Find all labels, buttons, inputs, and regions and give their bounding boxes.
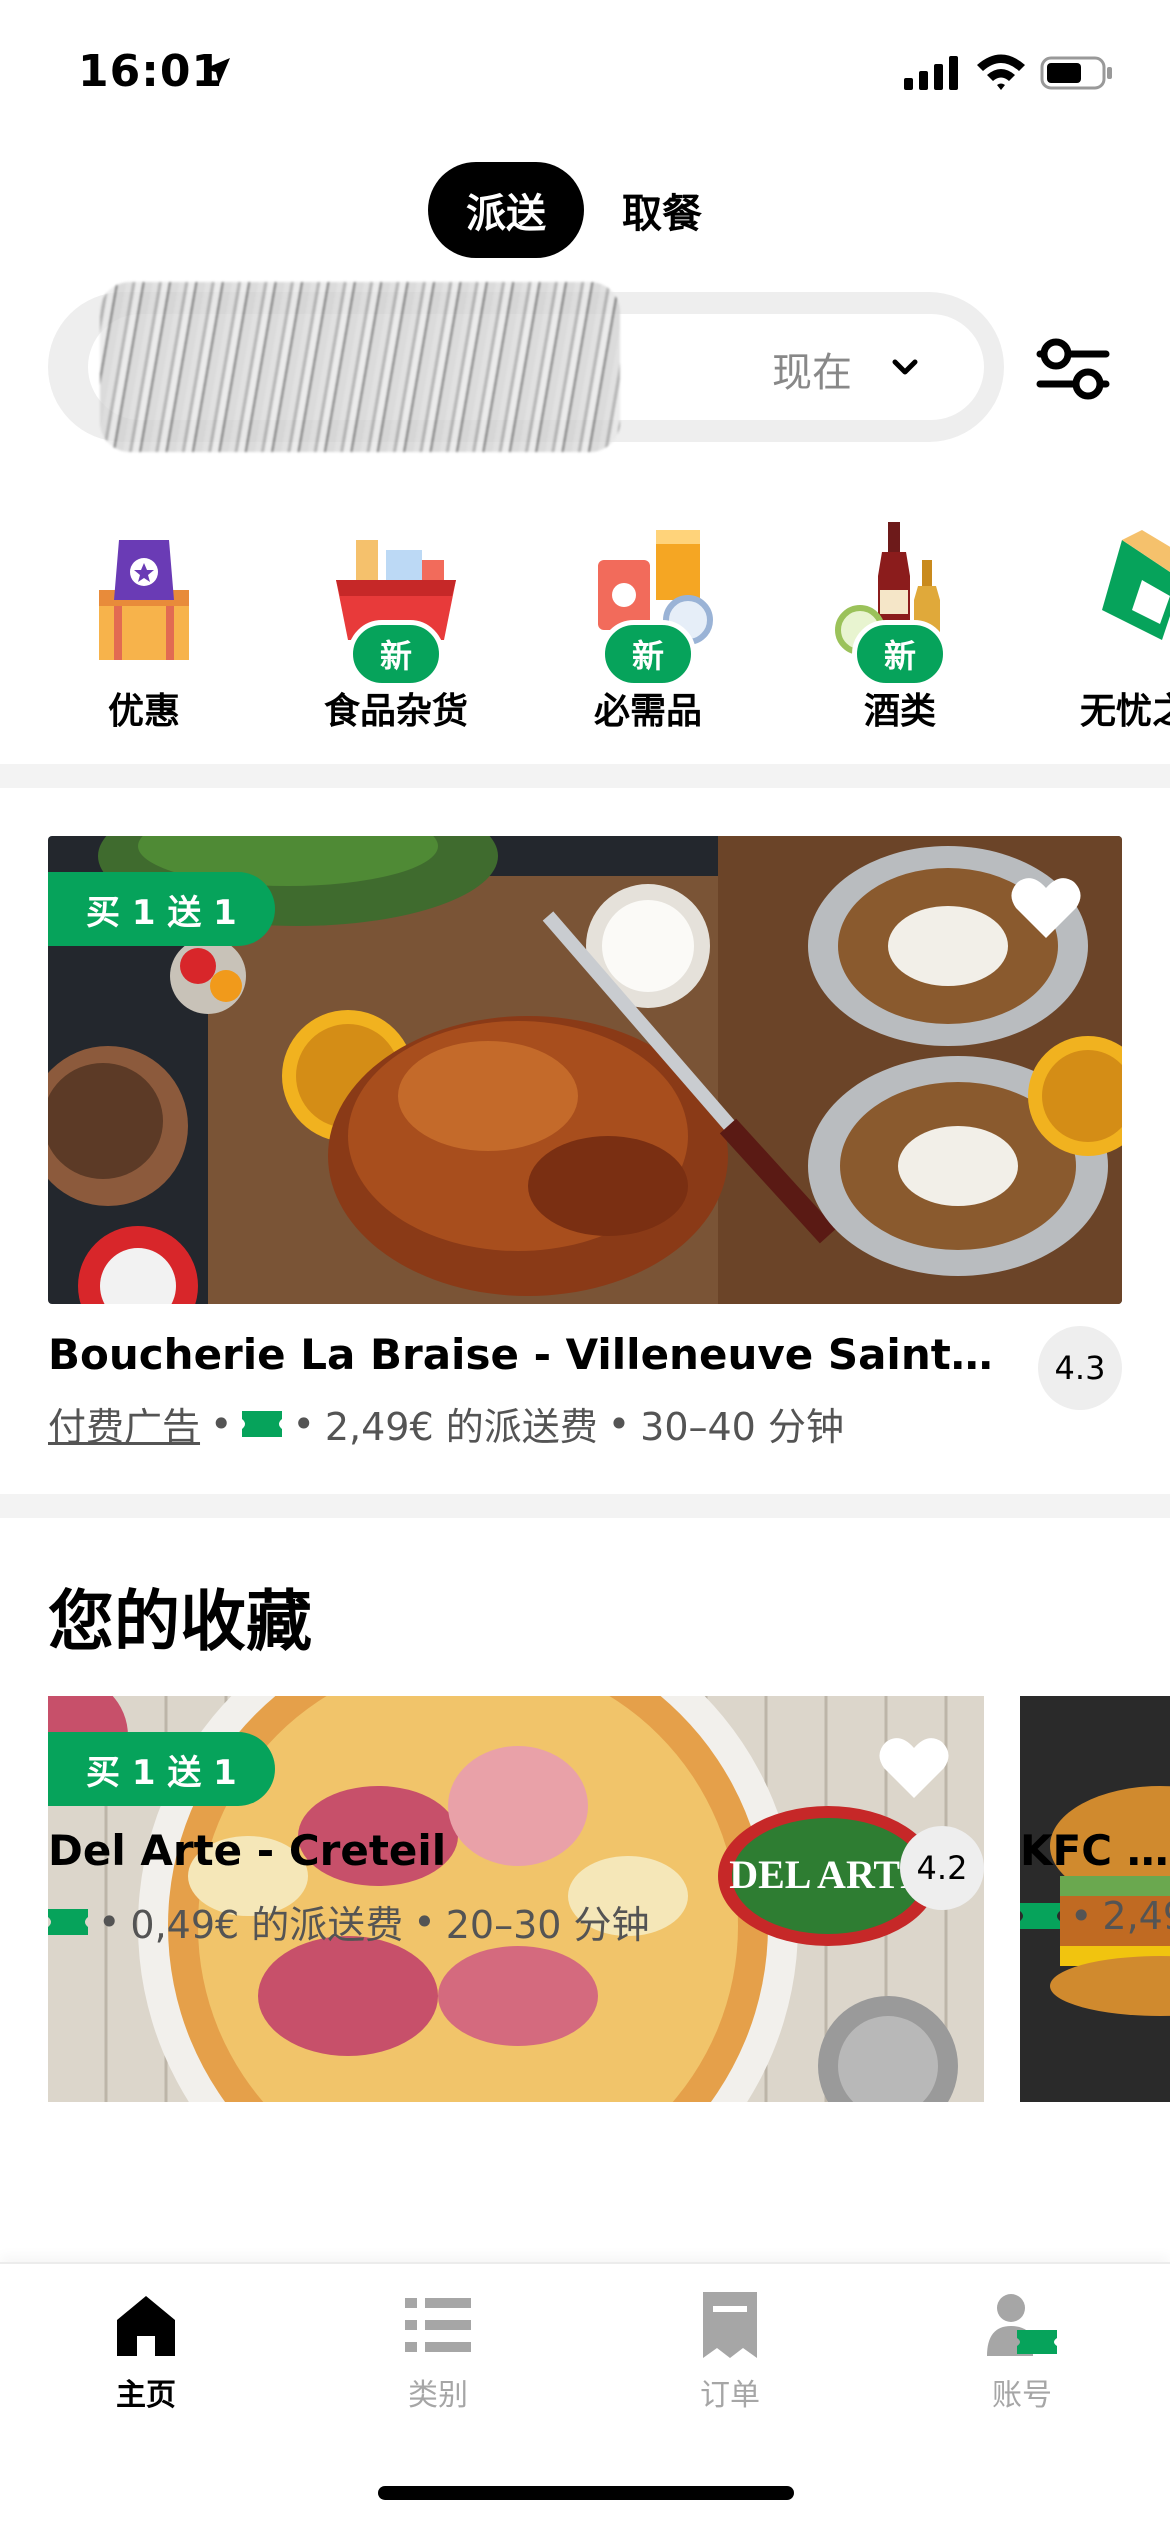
restaurant-title[interactable]: Del Arte - Creteil bbox=[48, 1826, 868, 1875]
meta-separator: • bbox=[1070, 1894, 1093, 1938]
pickup-tab[interactable]: 取餐 bbox=[584, 162, 740, 258]
cellular-signal-icon bbox=[904, 56, 958, 90]
status-bar: 16:01 bbox=[0, 0, 1170, 140]
restaurant-title[interactable]: Boucherie La Braise - Villeneuve Saint-G… bbox=[48, 1330, 998, 1379]
meta-separator: • bbox=[413, 1899, 436, 1944]
category-label: 酒类 bbox=[863, 691, 936, 732]
nav-label: 主页 bbox=[116, 2378, 176, 2413]
delivery-fee: 0,49€ 的派送费 bbox=[130, 1903, 404, 1947]
category-label: 优惠 bbox=[107, 691, 180, 732]
restaurant-meta: 付费广告 • • 2,49€ 的派送费 • 30–40 分钟 bbox=[48, 1396, 844, 1451]
favorite-heart-icon[interactable] bbox=[878, 1736, 950, 1800]
section-divider bbox=[0, 764, 1170, 788]
category-essentials[interactable]: 新 必需品 bbox=[548, 510, 748, 740]
nav-label: 类别 bbox=[408, 2378, 468, 2413]
meta-separator: • bbox=[210, 1401, 233, 1446]
delivery-tab[interactable]: 派送 bbox=[428, 162, 584, 258]
schedule-time[interactable]: 现在 bbox=[772, 340, 852, 398]
nav-label: 订单 bbox=[700, 2378, 760, 2413]
meta-separator: • bbox=[98, 1899, 121, 1944]
category-label: 食品杂货 bbox=[323, 691, 468, 732]
delivery-fee: 2,49€ 的派送费 bbox=[324, 1405, 598, 1449]
nav-account[interactable]: 账号 bbox=[922, 2290, 1122, 2420]
promo-badge: 买 1 送 1 bbox=[48, 1732, 275, 1806]
ticket-icon bbox=[1020, 1903, 1060, 1929]
home-icon bbox=[117, 2296, 175, 2356]
category-alcohol[interactable]: 新 酒类 bbox=[800, 510, 1000, 740]
ticket-icon bbox=[242, 1410, 283, 1437]
category-convenience[interactable]: 无忧之 bbox=[1052, 510, 1170, 740]
sponsored-label[interactable]: 付费广告 bbox=[48, 1396, 200, 1451]
category-deals[interactable]: 优惠 bbox=[44, 510, 244, 740]
promo-badge: 买 1 送 1 bbox=[48, 872, 275, 946]
redacted-address bbox=[100, 282, 620, 452]
restaurant-meta: • 2,49 bbox=[1020, 1894, 1170, 1938]
rating-badge: 4.2 bbox=[900, 1826, 984, 1910]
list-icon bbox=[405, 2298, 471, 2352]
section-divider bbox=[0, 1494, 1170, 1518]
delivery-fee: 2,49 bbox=[1102, 1894, 1170, 1938]
new-badge: 新 bbox=[600, 620, 696, 688]
rating-badge: 4.3 bbox=[1038, 1326, 1122, 1410]
delivery-eta: 20–30 分钟 bbox=[445, 1903, 650, 1947]
wifi-icon bbox=[977, 54, 1025, 90]
new-badge: 新 bbox=[348, 620, 444, 688]
filter-icon[interactable] bbox=[1036, 336, 1110, 402]
favorite-heart-icon[interactable] bbox=[1010, 876, 1082, 940]
meta-separator: • bbox=[607, 1401, 631, 1446]
home-indicator bbox=[378, 2486, 794, 2500]
meta-separator: • bbox=[292, 1401, 315, 1446]
account-icon bbox=[987, 2294, 1057, 2356]
new-badge: 新 bbox=[852, 620, 948, 688]
nav-browse[interactable]: 类别 bbox=[338, 2290, 538, 2420]
featured-restaurant-image[interactable]: 买 1 送 1 bbox=[48, 836, 1122, 1304]
deals-icon bbox=[99, 540, 189, 660]
ticket-icon bbox=[48, 1908, 88, 1935]
category-carousel: 优惠 新 食品杂货 新 必需品 新 酒类 无忧 bbox=[0, 510, 1170, 740]
delivery-mode-toggle: 派送 取餐 bbox=[428, 162, 740, 258]
restaurant-title[interactable]: KFC - C bbox=[1020, 1826, 1170, 1875]
nav-home[interactable]: 主页 bbox=[46, 2290, 246, 2420]
category-grocery[interactable]: 新 食品杂货 bbox=[296, 510, 496, 740]
convenience-icon bbox=[1102, 530, 1170, 640]
battery-icon bbox=[1040, 56, 1112, 90]
category-label: 必需品 bbox=[593, 691, 702, 732]
category-label: 无忧之 bbox=[1080, 691, 1170, 732]
favorites-section-title: 您的收藏 bbox=[48, 1583, 312, 1660]
chevron-down-icon[interactable] bbox=[890, 352, 920, 382]
restaurant-meta: • 0,49€ 的派送费 • 20–30 分钟 bbox=[48, 1894, 650, 1949]
delivery-eta: 30–40 分钟 bbox=[640, 1405, 844, 1449]
location-arrow-icon bbox=[204, 58, 230, 84]
nav-label: 账号 bbox=[992, 2378, 1052, 2413]
receipt-icon bbox=[703, 2292, 757, 2358]
nav-orders[interactable]: 订单 bbox=[630, 2290, 830, 2420]
